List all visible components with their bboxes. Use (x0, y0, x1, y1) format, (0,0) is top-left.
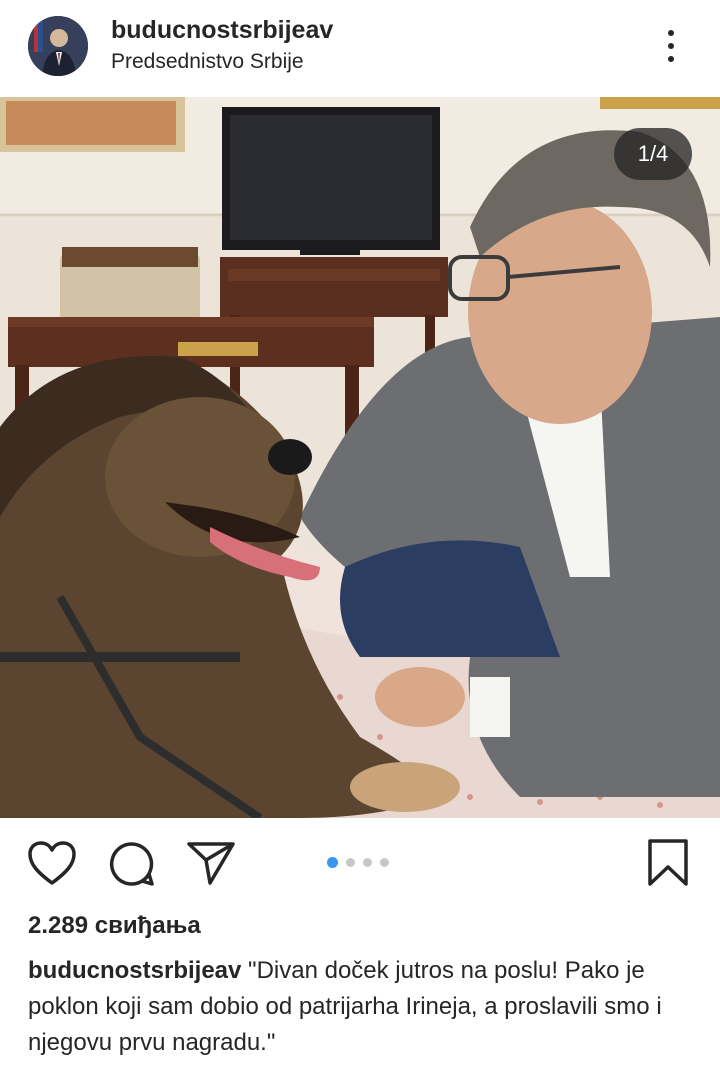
photo-illustration (0, 97, 720, 818)
heart-icon[interactable] (27, 840, 77, 886)
more-dot (668, 30, 674, 36)
carousel-indicator (327, 856, 389, 868)
more-dot (668, 43, 674, 49)
paper-plane-icon[interactable] (186, 840, 236, 886)
more-vertical-icon[interactable] (656, 26, 686, 66)
more-dot (668, 56, 674, 62)
carousel-dot (363, 857, 372, 867)
carousel-dot (380, 857, 389, 867)
post-location[interactable]: Predsednistvo Srbije (111, 50, 304, 74)
comment-bubble-icon[interactable] (108, 840, 156, 888)
carousel-dot-active (327, 856, 338, 868)
post-caption: buducnostsrbijeav "Divan doček jutros na… (28, 953, 700, 1061)
avatar-image (28, 16, 88, 76)
bookmark-icon[interactable] (645, 838, 691, 888)
post-header: buducnostsrbijeav Predsednistvo Srbije (0, 0, 720, 97)
profile-avatar[interactable] (28, 16, 88, 76)
likes-count[interactable]: 2.289 свиђања (28, 912, 201, 940)
carousel-dot (346, 857, 355, 867)
caption-username[interactable]: buducnostsrbijeav (28, 957, 241, 984)
carousel-counter: 1/4 (614, 128, 692, 180)
post-username[interactable]: buducnostsrbijeav (111, 16, 333, 45)
post-photo[interactable] (0, 97, 720, 818)
